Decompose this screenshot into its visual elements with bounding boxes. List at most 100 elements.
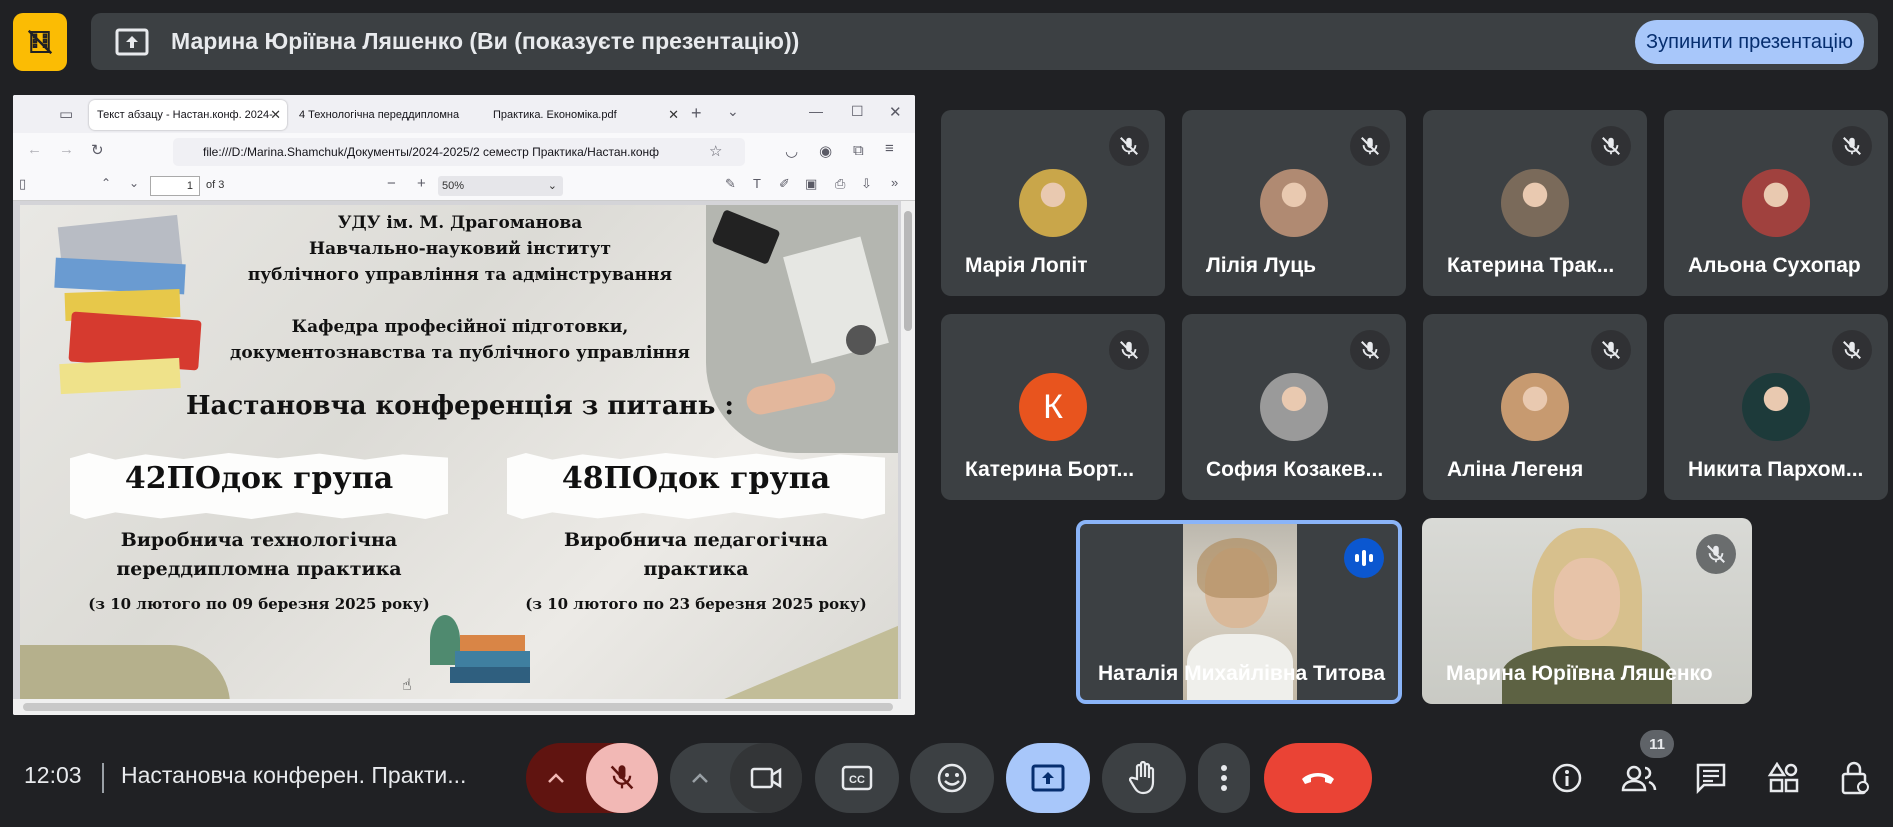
tab-list-icon[interactable]: ▭ — [59, 105, 73, 123]
present-button[interactable] — [1006, 743, 1090, 813]
reactions-button[interactable] — [910, 743, 994, 813]
close-tab-icon[interactable]: ✕ — [270, 107, 281, 123]
more-tools-icon[interactable]: » — [891, 175, 898, 190]
mic-off-icon — [1109, 330, 1149, 370]
url-bar[interactable]: file:///D:/Marina.Shamchuk/Документы/202… — [173, 138, 745, 166]
self-tile[interactable]: Марина Юріївна Ляшенко — [1422, 518, 1752, 704]
mic-control-group — [526, 743, 658, 813]
participant-tile[interactable]: Марія Лопіт — [941, 110, 1165, 296]
left-practice-line2: переддипломна практика — [116, 558, 402, 580]
mic-toggle-button[interactable] — [586, 743, 658, 813]
pdf-viewer[interactable]: УДУ ім. М. Драгоманова Навчально-наукови… — [13, 201, 915, 715]
chevron-down-icon[interactable]: ⌄ — [727, 103, 739, 120]
left-dates: (з 10 лютого по 09 березня 2025 року) — [88, 595, 430, 613]
divider — [102, 763, 104, 793]
avatar — [1019, 169, 1087, 237]
chevron-up-icon — [548, 773, 564, 783]
participant-name: Марія Лопіт — [965, 254, 1088, 277]
reload-icon[interactable]: ↻ — [91, 141, 104, 159]
participant-tile[interactable]: Лілія Луць — [1182, 110, 1406, 296]
next-page-icon[interactable]: ⌄ — [129, 176, 139, 190]
mic-off-icon — [1832, 126, 1872, 166]
more-vert-icon — [1221, 765, 1227, 791]
new-tab-icon[interactable]: + — [691, 103, 702, 124]
camera-toggle-button[interactable] — [730, 743, 802, 813]
close-window-icon[interactable]: ✕ — [889, 103, 902, 121]
meeting-title: Настановча конферен. Практи... — [121, 762, 467, 788]
print-icon[interactable]: ⎙ — [835, 176, 845, 192]
hand-icon — [1129, 761, 1155, 795]
captions-button[interactable]: CC — [815, 743, 899, 813]
film-off-icon — [27, 29, 53, 55]
mic-off-icon — [1109, 126, 1149, 166]
tab-text-abzatsu[interactable]: Текст абзацу - Настан.конф. 2024- ✕ — [89, 100, 287, 130]
extensions-icon[interactable]: ⧉ — [853, 142, 864, 159]
participant-name: Лілія Луць — [1206, 254, 1317, 277]
meeting-info-button[interactable] — [1544, 755, 1590, 801]
slide-department-2: документознавства та публічного управлін… — [230, 343, 690, 363]
participant-name: Аліна Легеня — [1447, 458, 1584, 481]
save-icon[interactable]: ⇩ — [861, 176, 872, 192]
pocket-icon[interactable]: ◡ — [785, 142, 798, 160]
video-options-button[interactable] — [670, 743, 730, 813]
vertical-scrollbar[interactable] — [901, 201, 915, 699]
bookmark-star-icon[interactable]: ☆ — [709, 142, 722, 160]
draw-icon[interactable]: ✐ — [779, 176, 790, 192]
back-icon[interactable]: ← — [27, 141, 42, 158]
participant-tile[interactable]: К Катерина Борт... — [941, 314, 1165, 500]
maximize-icon[interactable]: ☐ — [851, 103, 864, 120]
zoom-select[interactable]: 50% ⌄ — [438, 176, 563, 196]
lock-person-icon — [1841, 761, 1869, 795]
participant-tile[interactable]: Катерина Трак... — [1423, 110, 1647, 296]
tab-tekhnolohichna[interactable]: 4 Технологічна переддипломна — [291, 100, 463, 130]
previous-page-icon[interactable]: ⌃ — [101, 176, 111, 190]
mic-off-icon — [1832, 330, 1872, 370]
image-icon[interactable]: ▣ — [805, 176, 817, 192]
leave-call-button[interactable] — [1264, 743, 1372, 813]
call-end-icon — [1302, 773, 1334, 784]
clock: 12:03 — [24, 762, 82, 788]
participant-name: Катерина Трак... — [1447, 254, 1615, 277]
minimize-icon[interactable]: — — [809, 103, 823, 119]
sidebar-toggle-icon[interactable]: ▯ — [19, 176, 26, 192]
avatar — [1742, 169, 1810, 237]
text-icon[interactable]: T — [753, 176, 761, 191]
page-number-input[interactable]: 1 — [150, 176, 200, 196]
participant-tile[interactable]: София Козакев... — [1182, 314, 1406, 500]
participant-tile-speaking[interactable]: Наталія Михайлівна Титова — [1076, 520, 1402, 704]
participant-tile[interactable]: Альона Сухопар — [1664, 110, 1888, 296]
presenter-text: Марина Юріївна Ляшенко (Ви (показуєте пр… — [171, 28, 800, 54]
right-group: 48ПОдок група — [561, 461, 831, 496]
raise-hand-button[interactable] — [1102, 743, 1186, 813]
stop-presenting-button[interactable]: Зупинити презентацію — [1635, 20, 1864, 64]
books-illustration — [50, 211, 210, 411]
mic-off-icon — [1350, 330, 1390, 370]
avatar — [1260, 169, 1328, 237]
tab-praktyka-ekonomika[interactable]: Практика. Економіка.pdf ✕ — [485, 100, 685, 130]
close-tab-icon[interactable]: ✕ — [668, 107, 679, 123]
people-button[interactable] — [1616, 755, 1662, 801]
forward-icon[interactable]: → — [59, 141, 74, 158]
avatar — [1260, 373, 1328, 441]
chat-button[interactable] — [1688, 755, 1734, 801]
more-options-button[interactable] — [1198, 743, 1250, 813]
participant-tile[interactable]: Никита Пархом... — [1664, 314, 1888, 500]
menu-icon[interactable]: ≡ — [885, 140, 894, 157]
horizontal-scrollbar[interactable] — [13, 699, 915, 715]
participant-name: Никита Пархом... — [1688, 458, 1864, 481]
pdf-toolbar: ▯ ⌃ ⌄ 1 of 3 − + 50% ⌄ ✎ T ✐ ▣ ⎙ ⇩ » — [13, 171, 915, 201]
zoom-out-icon[interactable]: − — [387, 175, 396, 192]
avatar — [1501, 373, 1569, 441]
zoom-in-icon[interactable]: + — [417, 175, 426, 192]
participant-tile[interactable]: Аліна Легеня — [1423, 314, 1647, 500]
highlight-icon[interactable]: ✎ — [725, 176, 736, 192]
audio-options-button[interactable] — [526, 743, 586, 813]
slide-university: УДУ ім. М. Драгоманова — [337, 213, 583, 233]
avatar — [1501, 169, 1569, 237]
videocam-icon — [750, 767, 782, 789]
right-practice-line2: практика — [643, 558, 749, 580]
host-controls-button[interactable] — [1832, 755, 1878, 801]
activities-button[interactable] — [1760, 755, 1806, 801]
account-icon[interactable]: ◉ — [819, 142, 832, 160]
url-text: file:///D:/Marina.Shamchuk/Документы/202… — [203, 145, 660, 159]
